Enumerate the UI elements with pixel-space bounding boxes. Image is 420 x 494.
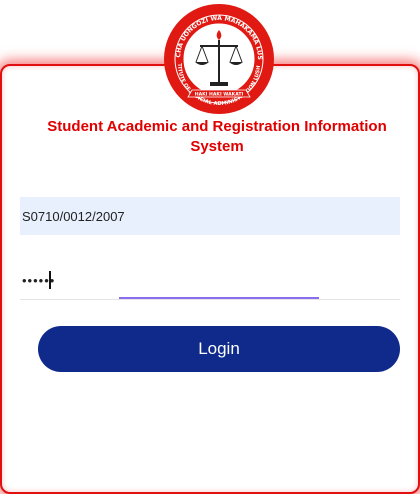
text-caret: [49, 271, 51, 289]
login-button[interactable]: Login: [38, 326, 400, 372]
svg-text:HAKI HAKI WAKATI: HAKI HAKI WAKATI: [195, 92, 244, 98]
username-field[interactable]: [20, 197, 400, 235]
input-focus-underline: [119, 297, 319, 299]
institution-logo: CHUO CHA UONGOZI WA MAHAKAMA LUSHOTO INS…: [159, 0, 276, 116]
password-field[interactable]: [20, 262, 400, 300]
page-title: Student Academic and Registration Inform…: [47, 118, 387, 155]
